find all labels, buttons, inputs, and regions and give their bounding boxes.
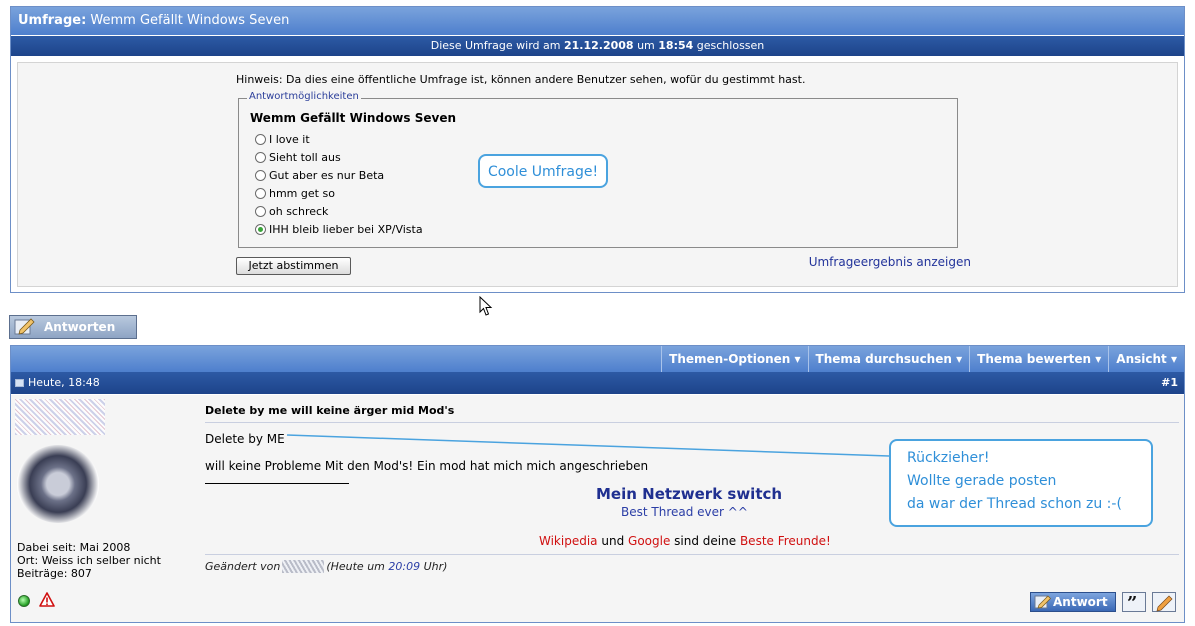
reply-button-label: Antworten [44,320,116,334]
close-time: 18:54 [658,39,694,52]
poll-body: Hinweis: Da dies eine öffentliche Umfrag… [17,62,1178,287]
poll-option[interactable]: I love it [255,133,310,146]
poll-option[interactable]: Sieht toll aus [255,151,341,164]
mouse-cursor-icon [479,296,493,316]
poll-options-fieldset: Antwortmöglichkeiten Wemm Gefällt Window… [238,91,958,248]
close-prefix: Diese Umfrage wird am [430,39,561,52]
poll-option[interactable]: hmm get so [255,187,335,200]
poll-title-bar: Umfrage: Wemm Gefällt Windows Seven [11,7,1184,35]
poll-option-label: hmm get so [269,187,335,200]
user-post-count: Beiträge: 807 [17,567,92,580]
poll-results-link[interactable]: Umfrageergebnis anzeigen [809,255,971,269]
editor-name[interactable] [282,560,325,573]
poll-option[interactable]: IHH bleib lieber bei XP/Vista [255,223,423,236]
poll-option-label: Gut aber es nur Beta [269,169,385,182]
chevron-down-icon: ▾ [956,352,963,366]
poll-hint: Hinweis: Da dies eine öffentliche Umfrag… [236,73,806,86]
close-mid: um [637,39,655,52]
thread-options-menu[interactable]: Themen-Optionen ▾ [661,346,807,372]
user-joined: Dabei seit: Mai 2008 [17,541,131,554]
svg-text:”: ” [1127,593,1137,612]
username-image[interactable] [15,399,105,435]
edited-mid: (Heute um [326,560,385,573]
post-number[interactable]: #1 [1161,372,1178,394]
quote-icon[interactable]: ” [1122,592,1146,612]
pencil-icon [1034,595,1051,609]
vote-button[interactable]: Jetzt abstimmen [236,257,351,275]
callout-line: Wollte gerade posten [907,473,1057,489]
friends-link[interactable]: Beste Freunde! [740,534,831,548]
user-info-pane: Dabei seit: Mai 2008 Ort: Weiss ich selb… [11,395,199,622]
close-suffix: geschlossen [696,39,765,52]
poll-close-info: Diese Umfrage wird am 21.12.2008 um 18:5… [11,36,1184,56]
thread-view-label: Ansicht [1116,352,1167,366]
post-text-line: will keine Probleme Mit den Mod's! Ein m… [205,459,649,473]
multi-quote-icon[interactable] [1152,592,1176,612]
radio-button[interactable] [255,170,266,181]
radio-button-selected[interactable] [255,224,266,235]
divider [205,554,1179,555]
thread-options-label: Themen-Optionen [669,352,791,366]
thread-search-menu[interactable]: Thema durchsuchen ▾ [807,346,970,372]
thread-rate-menu[interactable]: Thema bewerten ▾ [969,346,1108,372]
chevron-down-icon: ▾ [1170,352,1177,366]
radio-button[interactable] [255,152,266,163]
chevron-down-icon: ▾ [1095,352,1102,366]
close-date: 21.12.2008 [563,39,634,52]
callout-line: da war der Thread schon zu :-( [907,496,1122,512]
post-date: Heute, 18:48 [15,372,100,394]
pencil-icon [14,318,35,335]
avatar [17,445,99,523]
poll-question: Wemm Gefällt Windows Seven [250,111,456,125]
poll-option-label: oh schreck [269,205,329,218]
poll-option[interactable]: Gut aber es nur Beta [255,169,384,182]
report-post-icon[interactable] [39,592,55,608]
poll-option-label: Sieht toll aus [269,151,341,164]
annotation-callout: Rückzieher! Wollte gerade posten da war … [889,439,1153,527]
post-text-line: Delete by ME [205,432,285,446]
edited-time: 20:09 [388,560,421,573]
reply-button[interactable]: Antworten [9,315,137,339]
signature-text: und [601,534,625,548]
signature-text: sind deine [674,534,737,548]
radio-button[interactable] [255,134,266,145]
poll-options-legend: Antwortmöglichkeiten [247,91,361,102]
radio-button[interactable] [255,206,266,217]
annotation-callout: Coole Umfrage! [478,154,608,188]
thread-rate-label: Thema bewerten [977,352,1092,366]
edited-note: Geändert von (Heute um 20:09 Uhr) [205,560,447,573]
edited-suffix: Uhr) [423,560,448,573]
user-details: Dabei seit: Mai 2008 Ort: Weiss ich selb… [17,541,161,580]
post-date-text: Heute, 18:48 [28,376,100,389]
poll-title-text: Wemm Gefällt Windows Seven [90,13,290,28]
post-icon [15,379,24,387]
post-title: Delete by me will keine ärger mid Mod's [205,404,455,417]
poll-title-label: Umfrage: [18,13,87,28]
post-reply-label: Antwort [1053,595,1108,609]
google-link[interactable]: Google [628,534,670,548]
poll-panel: Umfrage: Wemm Gefällt Windows Seven Dies… [10,6,1185,293]
user-location: Ort: Weiss ich selber nicht [17,554,161,567]
poll-option-label: I love it [269,133,310,146]
thread-view-menu[interactable]: Ansicht ▾ [1108,346,1184,372]
wikipedia-link[interactable]: Wikipedia [539,534,598,548]
signature-title: Mein Netzwerk switch [596,485,783,503]
signature-subtitle: Best Thread ever ^^ [621,505,748,519]
chevron-down-icon: ▾ [794,352,801,366]
poll-option[interactable]: oh schreck [255,205,328,218]
signature-divider [205,483,349,484]
poll-option-label: IHH bleib lieber bei XP/Vista [269,223,423,236]
thread-search-label: Thema durchsuchen [815,352,952,366]
post-header: Heute, 18:48 #1 [11,372,1184,394]
radio-button[interactable] [255,188,266,199]
online-status-icon [18,595,30,607]
signature-links: Wikipedia und Google sind deine Beste Fr… [539,534,831,548]
thread-toolbar: Themen-Optionen ▾ Thema durchsuchen ▾ Th… [11,346,1184,372]
post-reply-button[interactable]: Antwort [1030,592,1116,612]
callout-line: Rückzieher! [907,450,990,466]
divider [205,422,1179,423]
edited-prefix: Geändert von [205,560,281,573]
